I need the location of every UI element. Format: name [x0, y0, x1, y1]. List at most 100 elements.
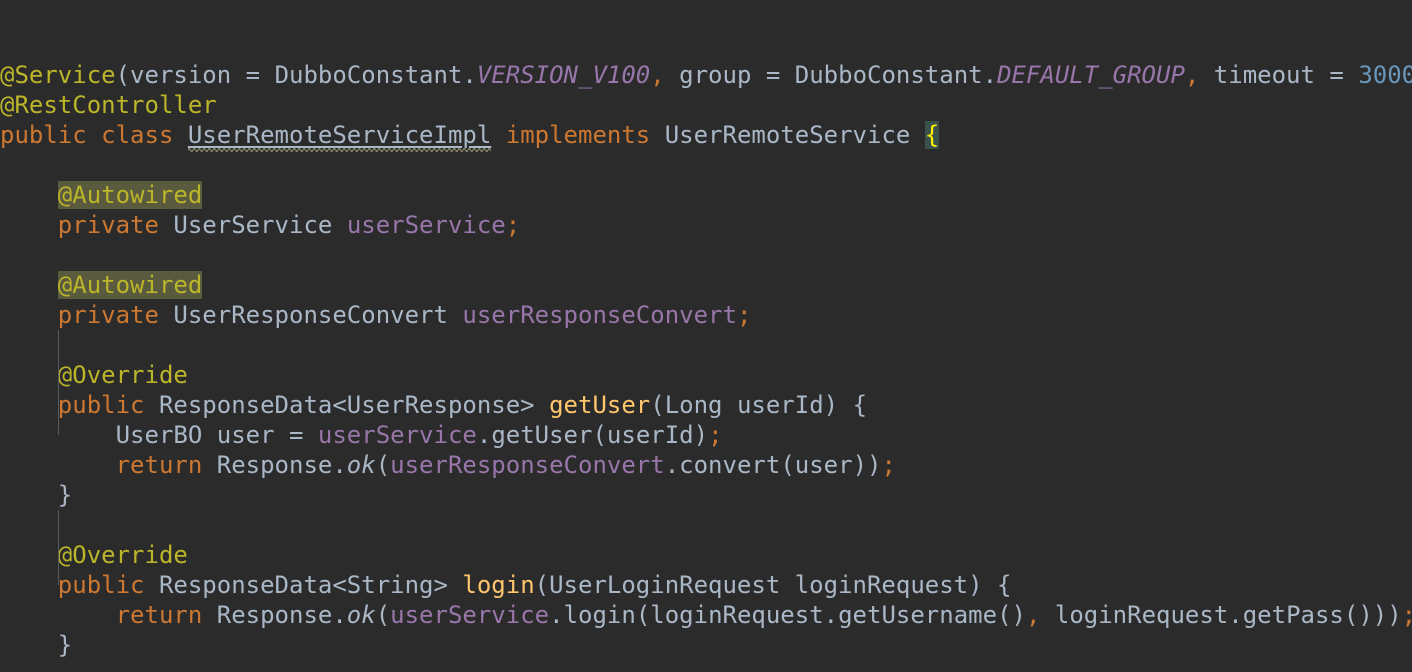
class-declaration-name[interactable]: UserRemoteServiceImpl	[188, 121, 491, 149]
code-editor-canvas[interactable]: @Service(version = DubboConstant.VERSION…	[0, 0, 1412, 672]
java-keyword: public	[58, 391, 145, 419]
field-reference: userResponseConvert	[462, 301, 737, 329]
code-line[interactable]: return Response.ok(userResponseConvert.c…	[0, 450, 1412, 480]
code-line[interactable]: public ResponseData<String> login(UserLo…	[0, 570, 1412, 600]
java-keyword: return	[116, 601, 203, 629]
method-declaration-name: getUser	[549, 391, 650, 419]
code-line[interactable]: @Autowired	[0, 180, 1412, 210]
static-constant: DEFAULT_GROUP	[997, 61, 1185, 89]
code-text	[1040, 601, 1054, 629]
annotation: @Override	[58, 361, 188, 389]
code-line[interactable]: @Autowired	[0, 270, 1412, 300]
punctuation: ,	[650, 61, 664, 89]
code-lines-container: @Service(version = DubboConstant.VERSION…	[0, 60, 1412, 672]
code-text	[838, 391, 852, 419]
code-text	[0, 631, 58, 659]
matched-brace: {	[925, 121, 939, 149]
code-text	[448, 571, 462, 599]
code-text: (	[650, 391, 664, 419]
code-text: DubboConstant	[795, 61, 983, 89]
code-text	[202, 421, 216, 449]
code-text	[202, 601, 216, 629]
punctuation: ,	[1026, 601, 1040, 629]
code-text	[159, 211, 173, 239]
code-line[interactable]	[0, 330, 1412, 360]
code-text: version	[130, 61, 231, 89]
code-text: loginRequest	[1055, 601, 1228, 629]
code-text	[332, 211, 346, 239]
java-keyword: public	[0, 121, 87, 149]
code-text: (	[116, 61, 130, 89]
code-text	[145, 391, 159, 419]
code-text	[491, 121, 505, 149]
code-line[interactable]: public class UserRemoteServiceImpl imple…	[0, 120, 1412, 150]
code-line[interactable]	[0, 510, 1412, 540]
code-text: .	[332, 601, 346, 629]
code-line[interactable]: return Response.ok(userService.login(log…	[0, 600, 1412, 630]
code-text: (	[535, 571, 549, 599]
code-text: ()	[997, 601, 1026, 629]
code-text: .	[983, 61, 997, 89]
code-text: Response	[217, 601, 333, 629]
code-line[interactable]: }	[0, 480, 1412, 510]
field-reference: userService	[390, 601, 549, 629]
java-keyword: class	[101, 121, 173, 149]
code-text	[202, 451, 216, 479]
code-text: userId	[737, 391, 824, 419]
code-text: convert	[679, 451, 780, 479]
code-line[interactable]	[0, 150, 1412, 180]
code-text: ResponseData<String>	[159, 571, 448, 599]
code-text: .	[332, 451, 346, 479]
code-line[interactable]: private UserResponseConvert userResponse…	[0, 300, 1412, 330]
code-text: (	[780, 451, 794, 479]
code-line[interactable]: public ResponseData<UserResponse> getUse…	[0, 390, 1412, 420]
java-keyword: implements	[506, 121, 651, 149]
code-text: UserRemoteService	[665, 121, 911, 149]
code-text	[0, 481, 58, 509]
code-text: UserResponseConvert	[173, 301, 448, 329]
punctuation: ;	[506, 211, 520, 239]
code-text	[0, 391, 58, 419]
code-line[interactable]: @Override	[0, 360, 1412, 390]
code-text	[0, 421, 116, 449]
code-line[interactable]: }	[0, 630, 1412, 660]
error-squiggle-underline[interactable]: UserRemoteServiceImpl	[188, 120, 491, 150]
code-text: ))	[853, 451, 882, 479]
punctuation: ;	[881, 451, 895, 479]
code-text	[0, 601, 116, 629]
code-text	[448, 301, 462, 329]
code-text: .	[549, 601, 563, 629]
code-line[interactable]: @Service(version = DubboConstant.VERSION…	[0, 60, 1412, 90]
code-line[interactable]: @RestController	[0, 90, 1412, 120]
code-text: UserBO	[116, 421, 203, 449]
code-text	[535, 391, 549, 419]
code-text	[723, 391, 737, 419]
static-method-call: ok	[347, 451, 376, 479]
code-text	[0, 361, 58, 389]
annotation: @Override	[58, 541, 188, 569]
java-keyword: private	[58, 301, 159, 329]
code-text: ResponseData<UserResponse>	[159, 391, 535, 419]
code-text: =	[275, 421, 318, 449]
code-line[interactable]	[0, 660, 1412, 672]
code-text: Long	[665, 391, 723, 419]
annotation-highlighted: @Autowired	[58, 271, 203, 299]
code-line[interactable]: UserBO user = userService.getUser(userId…	[0, 420, 1412, 450]
code-text: =	[751, 61, 794, 89]
code-text	[0, 301, 58, 329]
static-method-call: ok	[347, 601, 376, 629]
code-text: group	[665, 61, 752, 89]
code-text: =	[231, 61, 274, 89]
code-text: user	[217, 421, 275, 449]
code-text: ()))	[1344, 601, 1402, 629]
code-line[interactable]: private UserService userService;	[0, 210, 1412, 240]
code-text: getPass	[1243, 601, 1344, 629]
code-line[interactable]	[0, 240, 1412, 270]
code-text: userId	[607, 421, 694, 449]
code-text	[0, 271, 58, 299]
code-text	[650, 121, 664, 149]
code-text	[0, 181, 58, 209]
code-line[interactable]: @Override	[0, 540, 1412, 570]
code-text: (	[636, 601, 650, 629]
code-text: UserLoginRequest	[549, 571, 780, 599]
